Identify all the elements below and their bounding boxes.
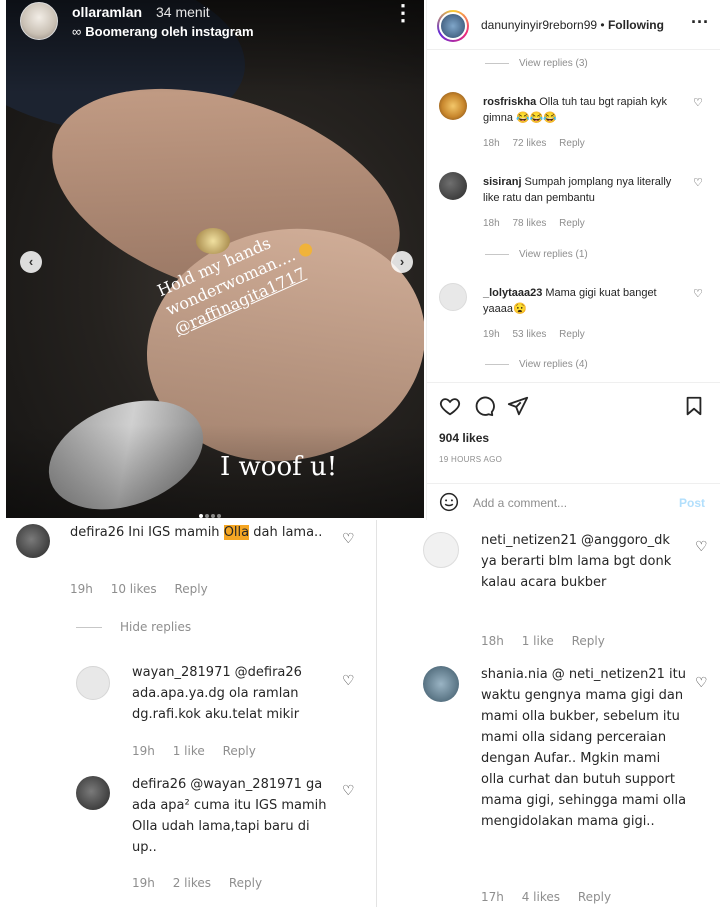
story-username[interactable]: ollaramlan <box>72 4 142 20</box>
like-heart-icon[interactable]: ♡ <box>342 672 355 689</box>
view-replies-link[interactable]: View replies (3) <box>485 58 588 69</box>
like-heart-icon[interactable]: ♡ <box>695 674 708 691</box>
list-item: rosfriskha Olla tuh tau bgt rapiah kyk gi… <box>439 92 720 172</box>
infinity-icon: ∞ <box>72 24 82 39</box>
bookmark-icon[interactable] <box>683 395 705 417</box>
comment-username[interactable]: rosfriskha <box>483 96 536 108</box>
story-subtitle: ∞ Boomerang oleh instagram <box>72 24 254 39</box>
comment-text: defira26 Ini IGS mamih Olla dah lama.. <box>70 525 323 540</box>
story-overlay-text: I woof u! <box>220 452 338 482</box>
likes-count[interactable]: 904 likes <box>439 431 489 445</box>
reply-button[interactable]: Reply <box>223 744 256 758</box>
avatar[interactable] <box>437 10 469 42</box>
post-username[interactable]: danunyinyir9reborn99 <box>481 18 597 32</box>
list-item: sisiranj Sumpah jomplang nya literally li… <box>439 172 720 252</box>
story-progress-dots <box>198 505 222 518</box>
following-button[interactable]: Following <box>608 18 664 32</box>
previous-story-button[interactable]: ‹ <box>20 251 42 273</box>
view-replies-link[interactable]: View replies (1) <box>485 249 588 260</box>
reply-button[interactable]: Reply <box>578 890 611 904</box>
post-actions-bar: 904 likes 19 HOURS AGO Add a comment... … <box>427 382 720 520</box>
heart-eyes-emoji-icon <box>296 241 315 259</box>
comment-input[interactable]: Add a comment... <box>473 496 567 510</box>
comment-username[interactable]: shania.nia <box>481 667 548 682</box>
share-icon[interactable] <box>507 395 529 417</box>
more-options-icon[interactable]: ··· <box>691 12 709 33</box>
comment-icon[interactable] <box>473 395 495 417</box>
avatar[interactable] <box>423 666 459 702</box>
post-header: danunyinyir9reborn99 • Following ··· <box>427 0 720 50</box>
avatar[interactable] <box>20 2 58 40</box>
comment-username[interactable]: wayan_281971 <box>132 665 231 680</box>
like-heart-icon[interactable]: ♡ <box>693 176 703 189</box>
story-viewer: ollaramlan 34 menit ∞ Boomerang oleh inst… <box>6 0 424 518</box>
reply-button[interactable]: Reply <box>559 329 585 340</box>
hide-replies-link[interactable]: Hide replies <box>76 620 191 634</box>
avatar[interactable] <box>76 666 110 700</box>
avatar[interactable] <box>439 92 467 120</box>
story-timestamp: 34 menit <box>156 4 210 20</box>
comment-username[interactable]: _lolytaaa23 <box>483 287 542 299</box>
comment-thread-right: neti_netizen21 @anggoro_dk ya berarti blm… <box>376 520 720 907</box>
next-story-button[interactable]: › <box>391 251 413 273</box>
avatar[interactable] <box>439 283 467 311</box>
comment-username[interactable]: defira26 <box>132 777 186 792</box>
heart-icon[interactable] <box>439 395 461 417</box>
comment-text: wayan_281971 @defira26 ada.apa.ya.dg ola … <box>132 665 302 722</box>
avatar[interactable] <box>76 776 110 810</box>
reply-button[interactable]: Reply <box>559 138 585 149</box>
comment-text: defira26 @wayan_281971 ga ada apa² cuma i… <box>132 777 327 855</box>
reply-button[interactable]: Reply <box>559 218 585 229</box>
avatar[interactable] <box>423 532 459 568</box>
reply-button[interactable]: Reply <box>229 876 262 890</box>
like-heart-icon[interactable]: ♡ <box>693 96 703 109</box>
like-heart-icon[interactable]: ♡ <box>693 287 703 300</box>
comment-username[interactable]: neti_netizen21 <box>481 533 577 548</box>
search-highlight: Olla <box>223 525 250 540</box>
emoji-icon[interactable] <box>439 492 459 512</box>
more-options-icon[interactable]: ⋮ <box>392 2 414 24</box>
comment-text: shania.nia @ neti_netizen21 itu waktu gen… <box>481 667 687 829</box>
reply-button[interactable]: Reply <box>174 582 207 596</box>
avatar[interactable] <box>439 172 467 200</box>
post-comments-panel: danunyinyir9reborn99 • Following ··· Vie… <box>426 0 720 520</box>
like-heart-icon[interactable]: ♡ <box>342 782 355 799</box>
comment-username[interactable]: defira26 <box>70 525 124 540</box>
like-heart-icon[interactable]: ♡ <box>342 530 355 547</box>
comment-thread-left: defira26 Ini IGS mamih Olla dah lama.. ♡ … <box>0 520 372 907</box>
post-timestamp: 19 HOURS AGO <box>439 455 503 464</box>
post-button[interactable]: Post <box>679 496 705 510</box>
view-replies-link[interactable]: View replies (4) <box>485 359 588 370</box>
list-item: _lolytaaa23 Mama gigi kuat banget yaaaa😧 … <box>439 283 720 363</box>
like-heart-icon[interactable]: ♡ <box>695 538 708 555</box>
avatar[interactable] <box>16 524 50 558</box>
comment-username[interactable]: sisiranj <box>483 176 522 188</box>
comment-text: neti_netizen21 @anggoro_dk ya berarti blm… <box>481 533 672 590</box>
add-comment-bar: Add a comment... Post <box>427 483 720 521</box>
reply-button[interactable]: Reply <box>572 634 605 648</box>
